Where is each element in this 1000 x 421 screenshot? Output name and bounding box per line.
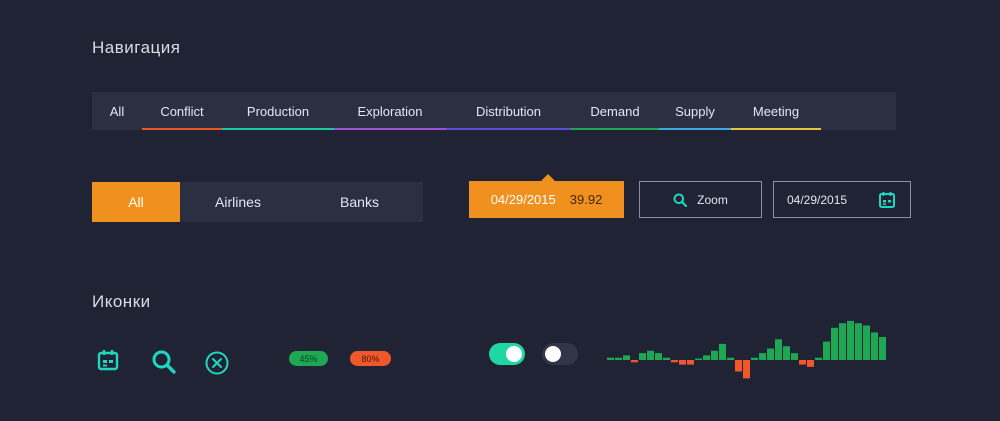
nav-tab-underline [222, 128, 334, 130]
sparkline-bar [807, 360, 814, 367]
sparkline-bar [775, 339, 782, 360]
sparkline-bar [719, 343, 726, 360]
sparkline-bar [783, 346, 790, 360]
nav-tab-label: Exploration [357, 103, 423, 119]
sparkline-bar [743, 360, 750, 379]
nav-tab-meeting[interactable]: Meeting [731, 92, 821, 130]
sparkline-bar [855, 323, 862, 360]
sparkline-bar [703, 355, 710, 360]
sparkline-bar [815, 357, 822, 360]
nav-tab-label: All [109, 103, 125, 119]
sparkline-bar [679, 360, 686, 365]
nav-tab-label: Production [246, 103, 310, 119]
filter-banks-button[interactable]: Banks [296, 182, 423, 222]
chart-tooltip: 04/29/2015 39.92 [469, 174, 624, 218]
sparkline-bar [663, 357, 670, 360]
sparkline-bar [655, 353, 662, 360]
nav-tab-label: Distribution [475, 103, 542, 119]
sparkline-bar [871, 332, 878, 360]
sparkline-bar [631, 360, 638, 363]
toggle-knob [545, 346, 561, 362]
nav-tab-label: Supply [675, 103, 715, 119]
date-input[interactable]: 04/29/2015 [773, 181, 911, 218]
calendar-icon[interactable] [97, 349, 119, 371]
sparkline-bar [695, 358, 702, 360]
nav-tab-supply[interactable]: Supply [659, 92, 731, 130]
sparkline-bar [711, 350, 718, 360]
sparkline-bar [839, 323, 846, 360]
category-navbar: All Conflict Production Exploration Dist… [92, 92, 896, 130]
sparkline-bar [687, 360, 694, 365]
sparkline-bar [791, 353, 798, 360]
nav-tab-underline [446, 128, 571, 130]
nav-tab-exploration[interactable]: Exploration [334, 92, 446, 130]
nav-tab-label: Meeting [752, 103, 800, 119]
sparkline-bar [759, 353, 766, 360]
sparkline-bar-chart [607, 320, 886, 379]
nav-tab-all[interactable]: All [92, 92, 142, 130]
sparkline-bar [735, 360, 742, 372]
nav-tab-underline [334, 128, 446, 130]
zoom-button-label: Zoom [697, 192, 728, 207]
sparkline-bar [879, 337, 886, 360]
zoom-button[interactable]: Zoom [639, 181, 762, 218]
sparkline-bar [623, 355, 630, 360]
sparkline-bar [767, 348, 774, 360]
navigation-section-title: Навигация [92, 38, 181, 57]
tooltip-value: 39.92 [569, 192, 603, 207]
filter-segmented-control: All Airlines Banks [92, 182, 423, 222]
toggle-switch-on[interactable] [489, 343, 525, 365]
sparkline-bar [831, 327, 838, 360]
toggle-knob [506, 346, 522, 362]
nav-tab-underline [571, 128, 659, 130]
toggle-switch-off[interactable] [542, 343, 578, 365]
search-icon[interactable] [151, 349, 177, 375]
icons-section-title: Иконки [92, 292, 151, 311]
sparkline-bar [863, 325, 870, 360]
percent-badge-red: 80% [350, 351, 391, 366]
filter-airlines-button[interactable]: Airlines [180, 182, 296, 222]
nav-tab-distribution[interactable]: Distribution [446, 92, 571, 130]
nav-tab-label: Demand [590, 103, 640, 119]
nav-tab-production[interactable]: Production [222, 92, 334, 130]
sparkline-bar [607, 357, 614, 360]
search-icon [673, 193, 688, 207]
tooltip-date: 04/29/2015 [490, 192, 556, 207]
calendar-icon[interactable] [878, 191, 896, 209]
nav-tab-underline [731, 128, 821, 130]
nav-tab-conflict[interactable]: Conflict [142, 92, 222, 130]
sparkline-bar [671, 360, 678, 363]
sparkline-bar [647, 350, 654, 360]
nav-tab-underline [659, 128, 731, 130]
close-circle-icon[interactable] [204, 350, 230, 376]
date-input-value: 04/29/2015 [787, 192, 848, 207]
sparkline-bar [799, 360, 806, 365]
sparkline-bar [847, 320, 854, 360]
filter-all-button[interactable]: All [92, 182, 180, 222]
sparkline-bar [823, 341, 830, 360]
sparkline-bar [639, 353, 646, 360]
nav-tab-underline [142, 128, 222, 130]
sparkline-bar [615, 357, 622, 360]
nav-tab-label: Conflict [160, 103, 204, 119]
nav-tab-demand[interactable]: Demand [571, 92, 659, 130]
sparkline-bar [727, 357, 734, 360]
sparkline-bar [751, 357, 758, 360]
percent-badge-green: 45% [289, 351, 328, 366]
